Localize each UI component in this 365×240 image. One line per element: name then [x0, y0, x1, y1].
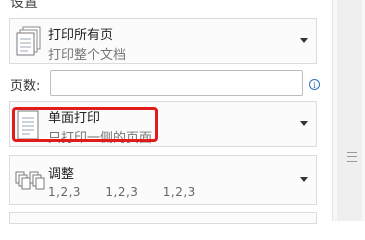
print-sides-subtitle: 只打印一侧的页面: [48, 131, 153, 146]
collation-sequence: 1,2,3 1,2,3 1,2,3: [48, 185, 216, 199]
info-icon[interactable]: i: [309, 79, 320, 90]
collation-seq-item: 1,2,3: [48, 185, 82, 199]
scrollbar-thumb[interactable]: [337, 0, 362, 221]
collate-icon: [15, 171, 45, 190]
print-sides-title: 单面打印: [48, 111, 101, 126]
pages-input[interactable]: [50, 70, 303, 96]
single-page-icon: [17, 110, 39, 140]
pages-label: 页数:: [10, 79, 41, 94]
section-title: 设置: [10, 0, 38, 11]
chevron-down-icon: [300, 177, 308, 182]
collation-title: 调整: [48, 167, 75, 182]
print-range-title: 打印所有页: [48, 28, 114, 43]
print-range-subtitle: 打印整个文档: [48, 48, 127, 63]
print-sides-dropdown[interactable]: 单面打印 只打印一侧的页面: [9, 101, 317, 147]
collation-seq-item: 1,2,3: [105, 185, 139, 199]
chevron-down-icon: [300, 121, 308, 126]
collation-seq-item: 1,2,3: [162, 185, 196, 199]
grip-icon: [347, 152, 357, 162]
print-range-dropdown[interactable]: 打印所有页 打印整个文档: [9, 18, 317, 64]
vertical-scrollbar[interactable]: [332, 0, 365, 221]
document-stack-icon: [16, 26, 41, 56]
print-settings-panel: 设置 打印所有页 打印整个文档 页数: i 单面打印 只打印一侧的页面 调整 1…: [0, 0, 332, 224]
chevron-down-icon: [300, 38, 308, 43]
next-setting-dropdown[interactable]: [9, 212, 317, 224]
